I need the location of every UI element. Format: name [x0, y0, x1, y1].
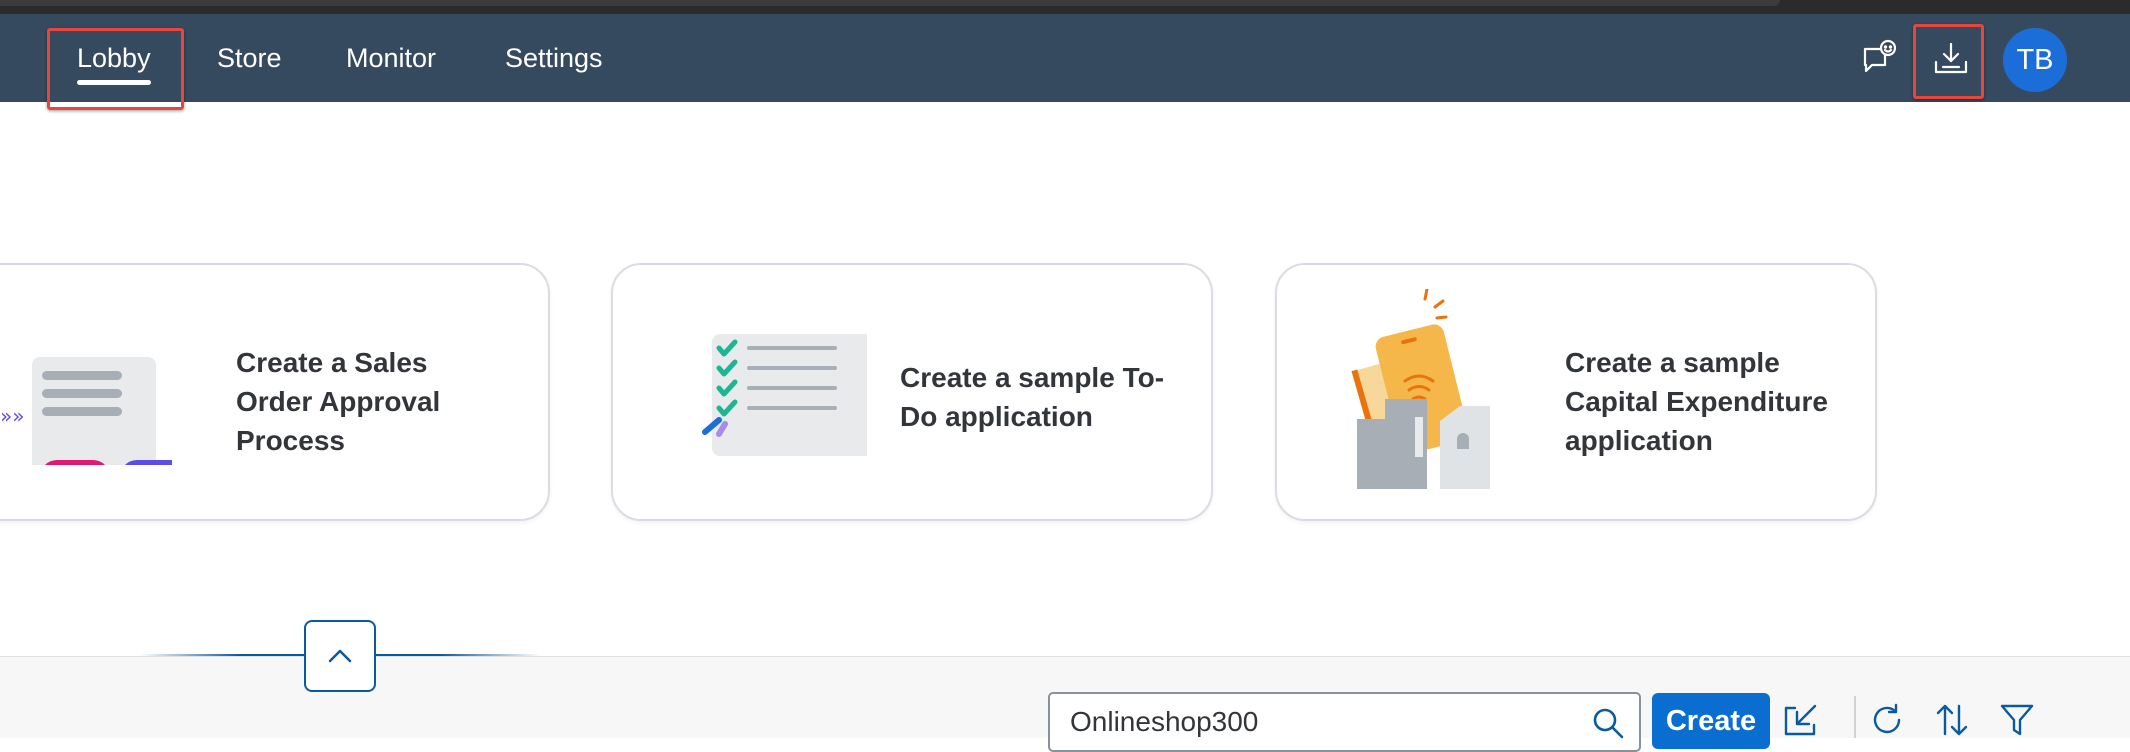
card-title-line: Process [236, 425, 345, 456]
card-title-line: Create a sample To- [900, 362, 1165, 393]
toolbar-separator [1854, 696, 1856, 738]
svg-text:»»: »» [2, 404, 24, 428]
browser-strip-bar [0, 0, 1780, 6]
sort-icon[interactable] [1930, 698, 1974, 742]
card-sales-order-approval[interactable]: »» $ Create a Sales Order Approval Proce… [0, 263, 550, 521]
card-title-line: Order Approval [236, 386, 441, 417]
card-title-todo: Create a sample To- Do application [900, 358, 1164, 436]
create-button[interactable]: Create [1652, 693, 1770, 749]
browser-top-strip [0, 0, 2130, 14]
capital-expenditure-illustration [1351, 289, 1490, 489]
sales-order-approval-illustration: »» $ [2, 357, 172, 465]
download-icon-highlight [1913, 24, 1984, 99]
card-title-line: Create a Sales [236, 347, 428, 378]
shell-bar: Lobby Store Monitor Settings [0, 14, 2130, 102]
search-field[interactable] [1048, 692, 1641, 752]
card-capital-expenditure[interactable]: Create a sample Capital Expenditure appl… [1275, 263, 1877, 521]
card-title-sales-order: Create a Sales Order Approval Process [236, 343, 440, 460]
todo-checklist-illustration [702, 334, 867, 456]
import-icon[interactable] [1779, 698, 1823, 742]
search-icon[interactable] [1588, 703, 1628, 743]
search-input[interactable] [1070, 704, 1570, 740]
svg-text:$: $ [147, 464, 164, 465]
card-title-line: Create a sample [1565, 347, 1780, 378]
card-title-capital: Create a sample Capital Expenditure appl… [1565, 343, 1828, 460]
collapse-header-button[interactable] [304, 620, 376, 692]
tab-settings[interactable]: Settings [505, 14, 603, 102]
feedback-icon[interactable] [1849, 28, 1909, 88]
filter-icon[interactable] [1995, 698, 2039, 742]
lobby-tab-highlight [47, 28, 184, 110]
avatar[interactable]: TB [2003, 28, 2067, 92]
card-todo-application[interactable]: Create a sample To- Do application [611, 263, 1213, 521]
card-title-line: Do application [900, 401, 1093, 432]
refresh-icon[interactable] [1865, 698, 1909, 742]
card-title-line: Capital Expenditure [1565, 386, 1828, 417]
chevron-up-icon [328, 649, 352, 663]
tab-store[interactable]: Store [217, 14, 282, 102]
tab-monitor[interactable]: Monitor [346, 14, 436, 102]
card-title-line: application [1565, 425, 1713, 456]
